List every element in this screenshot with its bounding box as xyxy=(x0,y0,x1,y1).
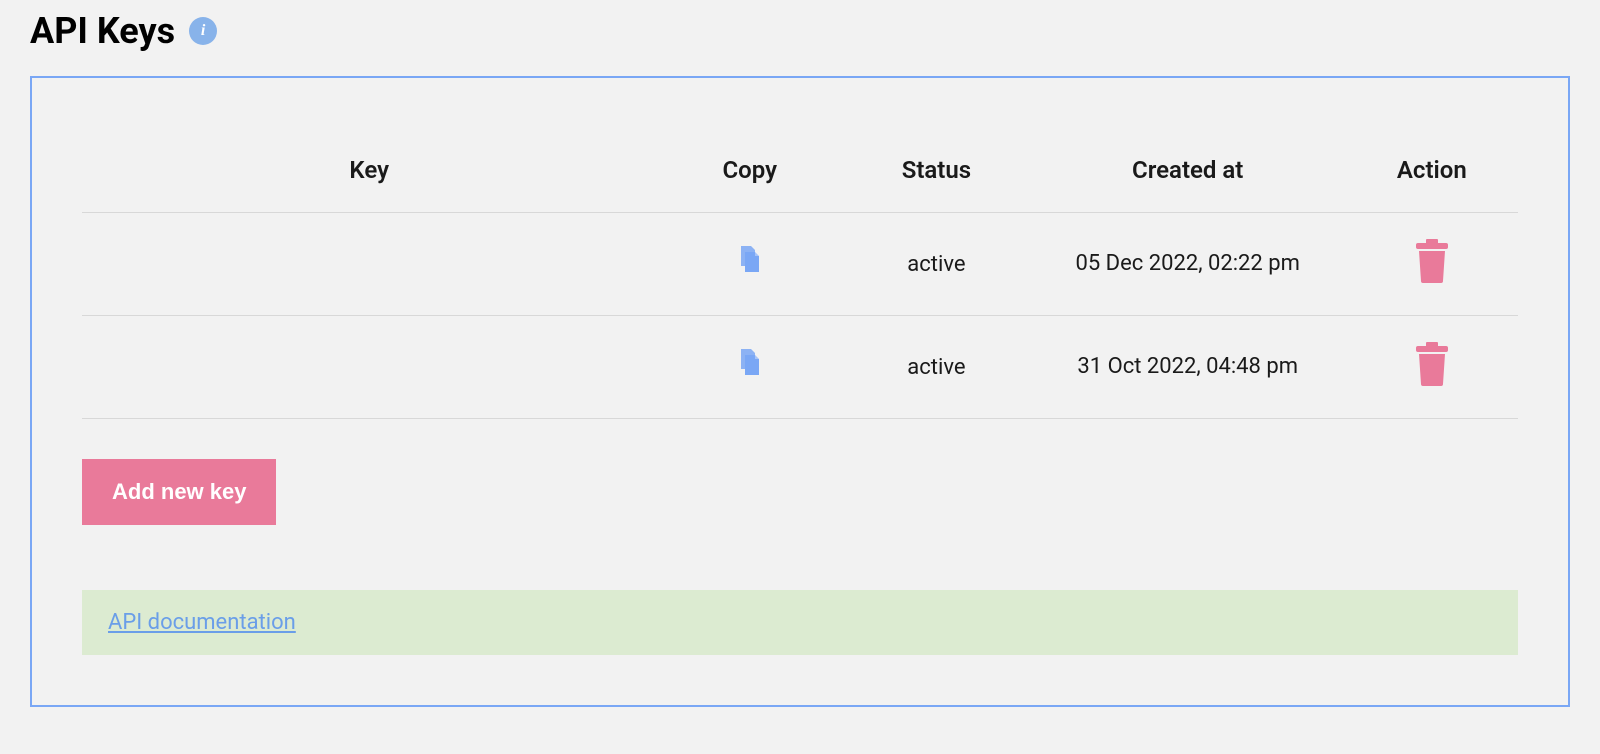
copy-icon xyxy=(737,246,763,276)
api-keys-table: Key Copy Status Created at Action xyxy=(82,128,1518,419)
trash-icon xyxy=(1412,239,1452,283)
api-documentation-link[interactable]: API documentation xyxy=(108,610,296,635)
api-keys-panel: Key Copy Status Created at Action xyxy=(30,76,1570,707)
copy-icon xyxy=(737,349,763,379)
cell-copy xyxy=(656,316,843,419)
cell-copy xyxy=(656,213,843,316)
copy-button[interactable] xyxy=(737,349,763,379)
cell-status: active xyxy=(843,316,1030,419)
add-new-key-button[interactable]: Add new key xyxy=(82,459,276,525)
cell-created: 31 Oct 2022, 04:48 pm xyxy=(1030,316,1346,419)
delete-button[interactable] xyxy=(1412,342,1452,386)
cell-key xyxy=(82,213,656,316)
page-title: API Keys xyxy=(30,10,175,52)
table-row: active 31 Oct 2022, 04:48 pm xyxy=(82,316,1518,419)
col-header-copy: Copy xyxy=(656,128,843,213)
table-row: active 05 Dec 2022, 02:22 pm xyxy=(82,213,1518,316)
col-header-action: Action xyxy=(1346,128,1518,213)
col-header-status: Status xyxy=(843,128,1030,213)
cell-action xyxy=(1346,316,1518,419)
api-docs-banner: API documentation xyxy=(82,590,1518,655)
cell-status: active xyxy=(843,213,1030,316)
copy-button[interactable] xyxy=(737,246,763,276)
cell-key xyxy=(82,316,656,419)
cell-created: 05 Dec 2022, 02:22 pm xyxy=(1030,213,1346,316)
trash-icon xyxy=(1412,342,1452,386)
page-header: API Keys i xyxy=(30,0,1570,76)
info-icon[interactable]: i xyxy=(189,17,217,45)
col-header-key: Key xyxy=(82,128,656,213)
delete-button[interactable] xyxy=(1412,239,1452,283)
cell-action xyxy=(1346,213,1518,316)
col-header-created: Created at xyxy=(1030,128,1346,213)
